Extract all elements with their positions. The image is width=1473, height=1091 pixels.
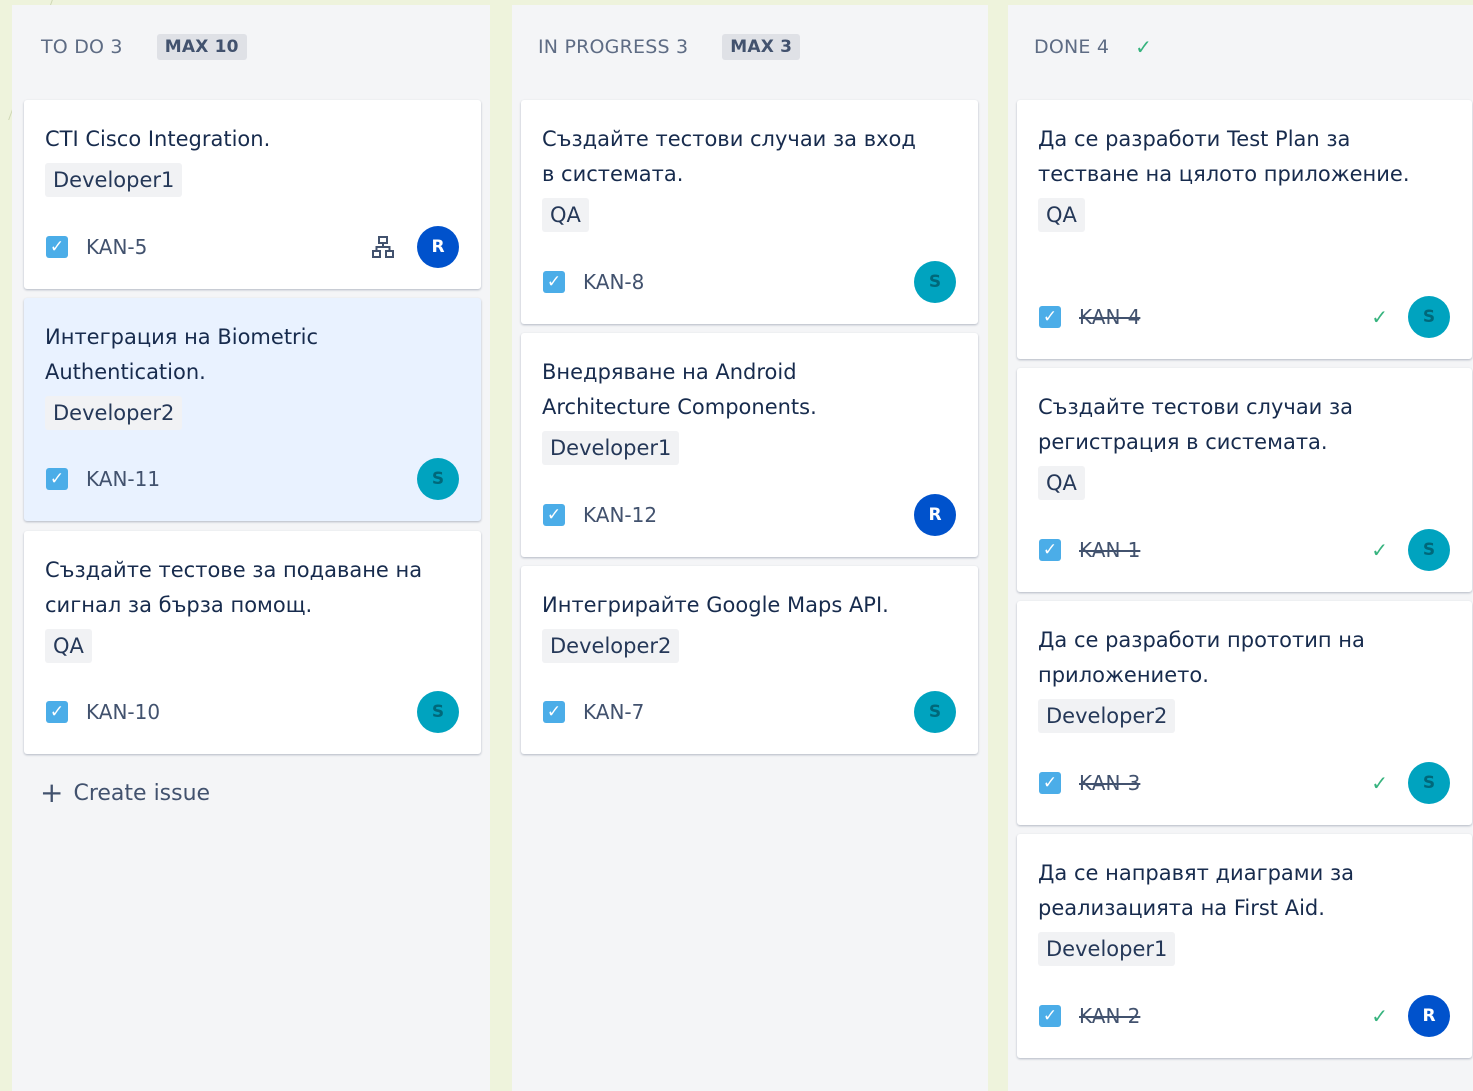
card-footer: ✓ KAN-7 S [543, 691, 956, 733]
column-header: DONE 4 ✓ [1034, 33, 1152, 61]
issue-key[interactable]: KAN-1 [1079, 538, 1140, 562]
issue-label: QA [1038, 466, 1085, 500]
issue-title: Създайте тестови случаи за регистрация в… [1038, 395, 1354, 454]
issue-label: Developer1 [45, 163, 183, 197]
issue-card[interactable]: Създайте тестове за подаване на сигнал з… [24, 531, 481, 754]
wip-limit-badge: MAX 3 [722, 34, 801, 60]
issue-key[interactable]: KAN-2 [1079, 1004, 1140, 1028]
card-footer: ✓ KAN-5 R [46, 226, 459, 268]
issue-label: QA [1038, 198, 1085, 232]
column-title: DONE 4 [1034, 36, 1110, 58]
checkbox-icon: ✓ [46, 236, 68, 258]
issue-card[interactable]: Създайте тестови случаи за вход в систем… [521, 100, 978, 324]
resolved-checkmark-icon: ✓ [1371, 305, 1388, 329]
issue-title: Да се разработи Test Plan за тестване на… [1038, 127, 1410, 186]
checkbox-icon: ✓ [1039, 1005, 1061, 1027]
resolved-checkmark-icon: ✓ [1371, 538, 1388, 562]
issue-label: QA [542, 198, 589, 232]
card-footer: ✓ KAN-8 S [543, 261, 956, 303]
checkbox-icon: ✓ [1039, 772, 1061, 794]
card-footer: ✓ KAN-11 S [46, 458, 459, 500]
column-title: IN PROGRESS 3 [538, 36, 689, 58]
plus-icon: + [40, 776, 64, 809]
issue-title: Създайте тестове за подаване на сигнал з… [45, 558, 423, 617]
card-footer: ✓ KAN-10 S [46, 691, 459, 733]
issue-label: Developer1 [542, 431, 680, 465]
assignee-avatar[interactable]: S [1408, 529, 1450, 571]
issue-key[interactable]: KAN-11 [86, 467, 160, 491]
issue-label: Developer1 [1038, 932, 1176, 966]
issue-title: Да се разработи прототип на приложението… [1038, 628, 1365, 687]
issue-card[interactable]: Да се разработи прототип на приложението… [1017, 601, 1472, 825]
assignee-avatar[interactable]: R [1408, 995, 1450, 1037]
issue-title: Интегрирайте Google Maps API. [542, 593, 889, 617]
issue-key[interactable]: KAN-10 [86, 700, 160, 724]
issue-key[interactable]: KAN-3 [1079, 771, 1140, 795]
assignee-avatar[interactable]: S [417, 458, 459, 500]
column-done: DONE 4 ✓ Да се разработи Test Plan за те… [1008, 5, 1473, 1091]
issue-title: CTI Cisco Integration. [45, 127, 271, 151]
issue-label: QA [45, 629, 92, 663]
assignee-avatar[interactable]: S [914, 261, 956, 303]
hierarchy-icon[interactable] [371, 235, 395, 259]
column-title: TO DO 3 [41, 36, 123, 58]
checkbox-icon: ✓ [1039, 306, 1061, 328]
issue-title: Внедряване на Android Architecture Compo… [542, 360, 817, 419]
card-footer: ✓ KAN-1 ✓ S [1039, 529, 1450, 571]
column-header: TO DO 3 MAX 10 [41, 33, 247, 61]
issue-label: Developer2 [542, 629, 680, 663]
column-header: IN PROGRESS 3 MAX 3 [538, 33, 801, 61]
issue-card[interactable]: Интеграция на Biometric Authentication. … [24, 298, 481, 521]
checkbox-icon: ✓ [543, 701, 565, 723]
issue-title: Да се направят диаграми за реализацията … [1038, 861, 1355, 920]
assignee-avatar[interactable]: R [417, 226, 459, 268]
assignee-avatar[interactable]: R [914, 494, 956, 536]
card-footer: ✓ KAN-2 ✓ R [1039, 995, 1450, 1037]
issue-card[interactable]: Създайте тестови случаи за регистрация в… [1017, 368, 1472, 592]
assignee-avatar[interactable]: S [1408, 762, 1450, 804]
checkbox-icon: ✓ [543, 504, 565, 526]
checkbox-icon: ✓ [46, 701, 68, 723]
issue-card[interactable]: Да се направят диаграми за реализацията … [1017, 834, 1472, 1058]
issue-title: Създайте тестови случаи за вход в систем… [542, 127, 916, 186]
issue-key[interactable]: KAN-5 [86, 235, 147, 259]
issue-key[interactable]: KAN-7 [583, 700, 644, 724]
card-footer: ✓ KAN-4 ✓ S [1039, 296, 1450, 338]
issue-card[interactable]: Да се разработи Test Plan за тестване на… [1017, 100, 1472, 359]
issue-key[interactable]: KAN-8 [583, 270, 644, 294]
column-todo: TO DO 3 MAX 10 CTI Cisco Integration. De… [12, 5, 490, 1091]
card-footer: ✓ KAN-3 ✓ S [1039, 762, 1450, 804]
card-footer: ✓ KAN-12 R [543, 494, 956, 536]
assignee-avatar[interactable]: S [1408, 296, 1450, 338]
resolved-checkmark-icon: ✓ [1371, 771, 1388, 795]
assignee-avatar[interactable]: S [914, 691, 956, 733]
issue-card[interactable]: Интегрирайте Google Maps API. Developer2… [521, 566, 978, 754]
issue-key[interactable]: KAN-12 [583, 503, 657, 527]
column-in-progress: IN PROGRESS 3 MAX 3 Създайте тестови слу… [512, 5, 988, 1091]
issue-title: Интеграция на Biometric Authentication. [45, 325, 319, 384]
kanban-board: TO DO 3 MAX 10 CTI Cisco Integration. De… [12, 5, 1473, 1091]
issue-card[interactable]: CTI Cisco Integration. Developer1 ✓ KAN-… [24, 100, 481, 289]
checkbox-icon: ✓ [1039, 539, 1061, 561]
wip-limit-badge: MAX 10 [156, 34, 247, 60]
issue-card[interactable]: Внедряване на Android Architecture Compo… [521, 333, 978, 557]
create-issue-button[interactable]: + Create issue [40, 775, 210, 811]
resolved-checkmark-icon: ✓ [1371, 1004, 1388, 1028]
assignee-avatar[interactable]: S [417, 691, 459, 733]
checkbox-icon: ✓ [543, 271, 565, 293]
checkbox-icon: ✓ [46, 468, 68, 490]
issue-label: Developer2 [1038, 699, 1176, 733]
checkmark-icon: ✓ [1135, 35, 1153, 59]
issue-key[interactable]: KAN-4 [1079, 305, 1140, 329]
issue-label: Developer2 [45, 396, 183, 430]
create-issue-label: Create issue [73, 780, 211, 806]
